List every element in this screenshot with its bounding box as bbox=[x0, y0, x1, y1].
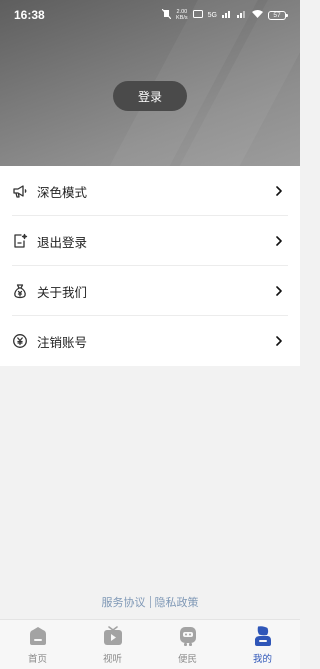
chevron-right-icon bbox=[274, 186, 284, 196]
profile-icon bbox=[252, 625, 274, 647]
hd-icon bbox=[192, 10, 203, 20]
status-icons: 2.00 KB/s 5G 57 bbox=[161, 8, 288, 21]
signal-label: 5G bbox=[207, 11, 217, 19]
menu-item-about-us[interactable]: 关于我们 bbox=[0, 266, 300, 316]
chevron-right-icon bbox=[274, 236, 284, 246]
mute-icon bbox=[161, 8, 172, 21]
login-button[interactable]: 登录 bbox=[113, 81, 187, 111]
bottom-tab-bar: 首页 视听 便民 我的 bbox=[0, 619, 300, 669]
money-bag-icon bbox=[12, 283, 28, 299]
tab-label: 便民 bbox=[177, 654, 197, 665]
privacy-policy-link[interactable]: 隐私政策 bbox=[155, 594, 199, 610]
chevron-right-icon bbox=[274, 286, 284, 296]
menu-item-delete-account[interactable]: 注销账号 bbox=[0, 316, 300, 366]
tab-label: 首页 bbox=[27, 654, 47, 665]
menu-item-label: 退出登录 bbox=[37, 234, 88, 250]
yen-circle-icon bbox=[12, 333, 28, 349]
battery-indicator: 57 bbox=[268, 10, 288, 20]
tv-icon bbox=[102, 625, 124, 647]
menu-item-logout[interactable]: 退出登录 bbox=[0, 216, 300, 266]
status-bar: 16:38 2.00 KB/s 5G 57 bbox=[0, 0, 300, 30]
settings-menu: 深色模式 退出登录 关于我们 注销账号 bbox=[0, 166, 300, 366]
signal-2-icon bbox=[237, 10, 247, 20]
tab-label: 视听 bbox=[102, 654, 122, 665]
net-speed-unit: KB/s bbox=[176, 15, 188, 21]
tab-profile[interactable]: 我的 bbox=[225, 620, 300, 669]
status-time: 16:38 bbox=[14, 8, 45, 22]
megaphone-icon bbox=[12, 183, 28, 199]
menu-item-label: 关于我们 bbox=[37, 284, 88, 300]
tab-label: 我的 bbox=[252, 654, 272, 665]
robot-icon bbox=[177, 625, 199, 647]
profile-header: 16:38 2.00 KB/s 5G 57 登录 bbox=[0, 0, 300, 166]
home-icon bbox=[27, 625, 49, 647]
chevron-right-icon bbox=[274, 336, 284, 346]
menu-item-dark-mode[interactable]: 深色模式 bbox=[0, 166, 300, 216]
tab-home[interactable]: 首页 bbox=[0, 620, 75, 669]
tab-media[interactable]: 视听 bbox=[75, 620, 150, 669]
logout-icon bbox=[12, 233, 28, 249]
wifi-icon bbox=[252, 10, 263, 20]
tab-services[interactable]: 便民 bbox=[150, 620, 225, 669]
signal-icon bbox=[222, 10, 232, 20]
net-speed: 2.00 KB/s bbox=[176, 9, 188, 21]
service-agreement-link[interactable]: 服务协议 bbox=[102, 594, 146, 610]
menu-item-label: 深色模式 bbox=[37, 184, 88, 200]
link-separator bbox=[149, 596, 151, 608]
menu-item-label: 注销账号 bbox=[37, 334, 88, 350]
legal-links: 服务协议 隐私政策 bbox=[0, 594, 300, 610]
